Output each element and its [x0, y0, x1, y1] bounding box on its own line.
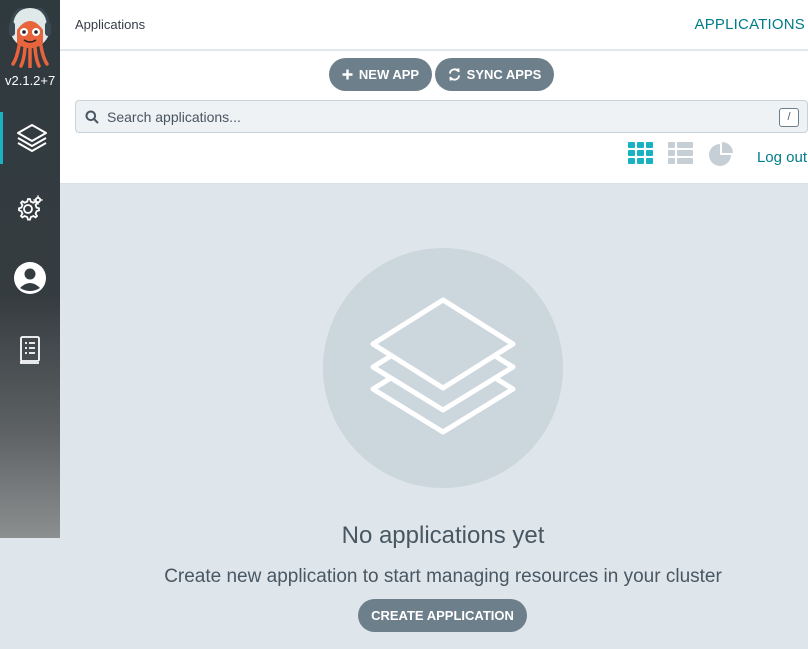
- list-icon[interactable]: [668, 142, 694, 171]
- top-bar: Applications APPLICATIONS: [60, 0, 808, 50]
- sync-apps-label: SYNC APPS: [466, 67, 542, 82]
- sidebar-item-settings[interactable]: [0, 182, 60, 234]
- grid-icon[interactable]: [628, 142, 654, 171]
- book-icon: [17, 335, 43, 365]
- search-icon: [85, 110, 99, 129]
- sidebar: v2.1.2+7: [0, 0, 60, 538]
- toolbar: NEW APP SYNC APPS /: [60, 51, 808, 184]
- gears-icon: [15, 193, 45, 223]
- sidebar-item-user-info[interactable]: [0, 252, 60, 304]
- empty-state-title: No applications yet: [341, 522, 545, 549]
- new-app-label: NEW APP: [358, 67, 420, 82]
- logout-link[interactable]: Log out: [757, 149, 807, 166]
- search-bar: /: [75, 100, 808, 133]
- pie-chart-icon[interactable]: [708, 142, 734, 173]
- sync-icon: [448, 68, 461, 81]
- version-label: v2.1.2+7: [5, 73, 56, 88]
- new-app-button[interactable]: NEW APP: [329, 58, 432, 91]
- sync-apps-button[interactable]: SYNC APPS: [435, 58, 554, 91]
- empty-state-illustration: [323, 248, 563, 488]
- page-title: APPLICATIONS: [694, 16, 805, 33]
- sidebar-item-applications[interactable]: [0, 112, 60, 164]
- search-shortcut-key: /: [779, 108, 799, 127]
- breadcrumb[interactable]: Applications: [75, 17, 145, 32]
- empty-state-subtitle: Create new application to start managing…: [164, 566, 722, 587]
- plus-icon: [342, 69, 353, 80]
- argo-logo[interactable]: [7, 4, 53, 69]
- layers-icon: [15, 121, 49, 155]
- user-circle-icon: [13, 261, 47, 295]
- sidebar-item-documentation[interactable]: [0, 324, 60, 376]
- search-input[interactable]: [107, 107, 747, 127]
- create-application-button[interactable]: CREATE APPLICATION: [358, 599, 527, 632]
- create-application-label: CREATE APPLICATION: [371, 608, 514, 623]
